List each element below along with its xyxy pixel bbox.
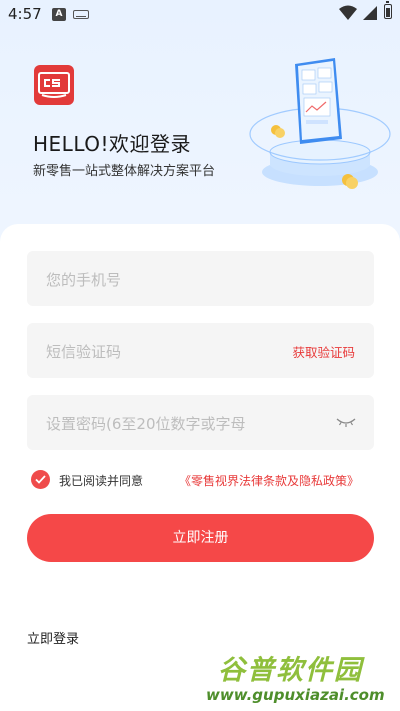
watermark: 谷普软件园 www.gupuxiazai.com — [206, 648, 398, 708]
eye-closed-icon[interactable] — [336, 415, 356, 429]
phone-input[interactable] — [44, 251, 288, 308]
password-field[interactable] — [27, 395, 374, 452]
hero-illustration — [249, 58, 391, 189]
agreement-check-icon[interactable] — [31, 470, 50, 489]
notification-icon: A — [52, 8, 66, 21]
status-time: 4:57 — [8, 5, 42, 23]
battery-icon — [384, 1, 392, 19]
watermark-url: www.gupuxiazai.com — [206, 686, 385, 704]
greeting-subtitle: 新零售一站式整体解决方案平台 — [33, 164, 216, 179]
greeting-title: HELLO!欢迎登录 — [33, 132, 192, 156]
status-bar: 4:57 A — [0, 0, 400, 28]
app-logo — [34, 65, 74, 105]
keyboard-icon — [73, 10, 89, 19]
register-button[interactable]: 立即注册 — [27, 514, 374, 562]
sms-code-field[interactable]: 获取验证码 — [27, 323, 374, 380]
password-input[interactable] — [44, 395, 288, 452]
wifi-icon — [339, 5, 357, 20]
get-code-button[interactable]: 获取验证码 — [292, 342, 355, 361]
signal-icon — [363, 6, 377, 20]
login-link[interactable]: 立即登录 — [27, 628, 79, 647]
phone-field[interactable] — [27, 251, 374, 308]
sms-code-input[interactable] — [44, 323, 288, 380]
watermark-title: 谷普软件园 — [218, 655, 363, 686]
agreement-text: 我已阅读并同意 — [59, 474, 144, 488]
agreement-policy-link[interactable]: 《零售视界法律条款及隐私政策》 — [179, 472, 359, 489]
